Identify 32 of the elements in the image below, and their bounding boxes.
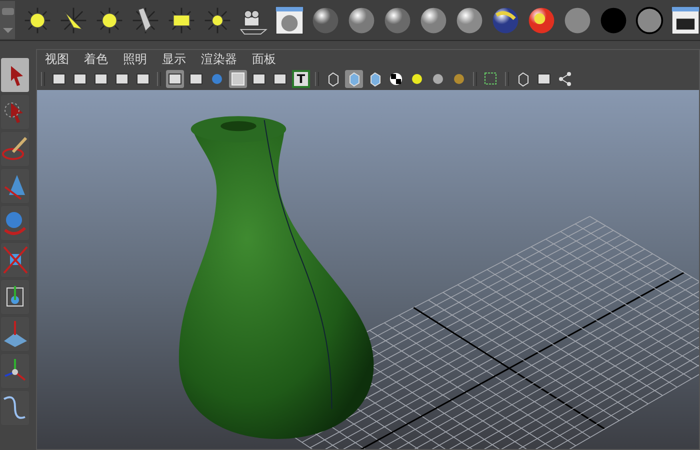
light-icon[interactable] <box>167 6 196 34</box>
menu-item[interactable]: 面板 <box>252 50 276 68</box>
clapperboard-icon[interactable] <box>671 6 700 34</box>
move-icon[interactable] <box>1 354 29 388</box>
menu-item[interactable]: 视图 <box>45 50 69 68</box>
checker-icon[interactable] <box>387 70 405 88</box>
sphere-icon[interactable] <box>383 6 412 34</box>
menu-item[interactable]: 显示 <box>162 50 186 68</box>
brush-icon[interactable] <box>1 132 29 166</box>
light-icon[interactable] <box>203 6 232 34</box>
scale-icon[interactable] <box>1 243 29 277</box>
flashlight-icon[interactable] <box>131 6 160 34</box>
manipulator-icon[interactable] <box>1 280 29 314</box>
light-icon[interactable] <box>23 6 52 34</box>
light-icon[interactable] <box>95 6 124 34</box>
menu-item[interactable]: 照明 <box>123 50 147 68</box>
light-icon[interactable] <box>59 6 88 34</box>
menu-item[interactable]: 渲染器 <box>201 50 237 68</box>
sphere-icon[interactable] <box>455 6 484 34</box>
curve-icon[interactable] <box>1 391 29 425</box>
shelf-tab-handle[interactable] <box>0 1 15 39</box>
text-button[interactable]: T <box>292 70 310 88</box>
share-icon[interactable] <box>556 70 574 88</box>
sphere-icon[interactable] <box>311 6 340 34</box>
sphere-icon[interactable] <box>419 6 448 34</box>
sphere-icon[interactable] <box>491 6 520 34</box>
sphere-icon[interactable] <box>527 6 556 34</box>
menu-item[interactable]: 着色 <box>84 50 108 68</box>
render-window-icon[interactable] <box>275 6 304 34</box>
soft-mod-icon[interactable] <box>1 317 29 351</box>
cone-icon[interactable] <box>1 169 29 203</box>
sphere-icon[interactable] <box>347 6 376 34</box>
